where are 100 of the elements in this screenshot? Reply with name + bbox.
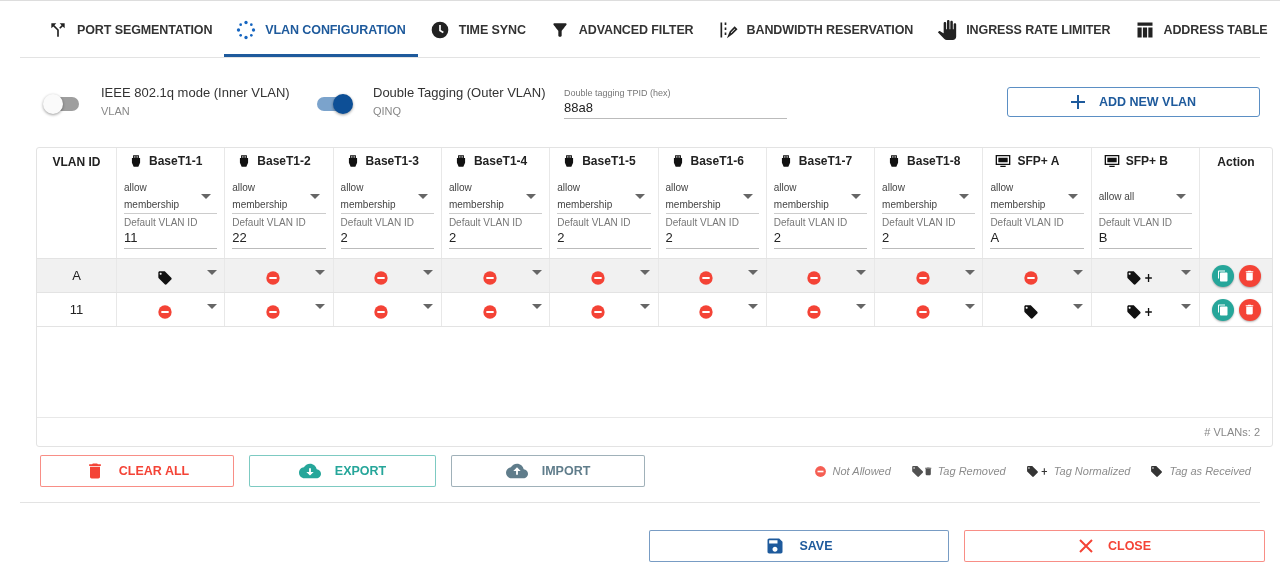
- vlan-id-cell: A: [37, 259, 117, 292]
- tag-icon: [1150, 464, 1164, 478]
- caret-icon: [201, 193, 212, 199]
- copy-icon: [1216, 269, 1229, 282]
- caret-icon: [531, 303, 542, 309]
- tag-icon: [156, 269, 173, 286]
- port-name: BaseT1-1: [149, 154, 203, 168]
- delete-button[interactable]: [1238, 264, 1261, 287]
- close-icon: [1077, 538, 1094, 554]
- membership-select[interactable]: allow membership: [557, 179, 651, 214]
- monitor-icon: [995, 153, 1012, 169]
- tpid-field[interactable]: Double tagging TPID (hex) 88a8: [564, 88, 787, 119]
- default-vlan-field[interactable]: Default VLAN ID 11: [124, 217, 218, 249]
- delete-button[interactable]: [1238, 298, 1261, 321]
- port-name: BaseT1-4: [473, 154, 528, 168]
- port-name: BaseT1-6: [690, 154, 744, 168]
- default-vlan-field[interactable]: Default VLAN ID 2: [557, 217, 651, 249]
- membership-select[interactable]: allow membership: [882, 179, 976, 214]
- monitor-icon: [1103, 153, 1120, 169]
- membership-select[interactable]: allow membership: [124, 179, 218, 214]
- legend-label: Tag Normalized: [1053, 465, 1131, 477]
- caret-icon: [639, 303, 650, 309]
- membership-select[interactable]: allow membership: [990, 179, 1084, 214]
- default-vlan-field[interactable]: Default VLAN ID 2: [665, 217, 759, 249]
- port-name: BaseT1-5: [582, 154, 636, 168]
- clear-button[interactable]: CLEAR ALL: [40, 455, 234, 487]
- vlan-id-cell: 11: [37, 293, 117, 326]
- tag-plus-icon: [1125, 269, 1153, 286]
- default-vlan-field[interactable]: Default VLAN ID 22: [232, 217, 326, 249]
- tab[interactable]: ADVANCED FILTER: [537, 6, 706, 57]
- port-name: BaseT1-8: [907, 154, 961, 168]
- default-vlan-field[interactable]: Default VLAN ID B: [1098, 217, 1192, 249]
- membership-select[interactable]: allow membership: [232, 179, 326, 214]
- membership-select[interactable]: allow membership: [340, 179, 434, 214]
- tab[interactable]: TIME SYNC: [417, 6, 538, 57]
- port-name: BaseT1-7: [798, 154, 853, 168]
- default-vlan-field[interactable]: Default VLAN ID 2: [773, 217, 868, 249]
- column-header: VLAN ID: [37, 148, 117, 258]
- tab[interactable]: BANDWIDTH RESERVATION: [705, 6, 926, 57]
- caret-icon: [856, 269, 867, 275]
- add-vlan-button[interactable]: ADD NEW VLAN: [1007, 87, 1260, 117]
- port-name: SFP+ A: [1017, 154, 1060, 168]
- toggle-switch[interactable]: [317, 97, 351, 111]
- not-allowed-icon: [481, 269, 498, 286]
- not-allowed-icon: [264, 269, 281, 286]
- default-vlan-field[interactable]: Default VLAN ID 2: [882, 217, 976, 249]
- tag-plus-icon: [1125, 303, 1153, 320]
- membership-select[interactable]: allow membership: [665, 179, 759, 214]
- table-row[interactable]: A: [37, 259, 1272, 293]
- tab[interactable]: INGRESS RATE LIMITER: [925, 6, 1123, 57]
- toggle-switch[interactable]: [45, 97, 79, 111]
- mode-label: IEEE 802.1q mode (Inner VLAN): [101, 85, 290, 100]
- copy-button[interactable]: [1211, 298, 1234, 321]
- tab[interactable]: VLAN CONFIGURATION: [224, 6, 418, 57]
- default-vlan-field[interactable]: Default VLAN ID A: [990, 217, 1084, 249]
- column-header: Action: [1216, 154, 1256, 171]
- caret-icon: [531, 269, 542, 275]
- tab[interactable]: ADDRESS TABLE: [1122, 6, 1280, 57]
- caret-icon: [1176, 193, 1186, 199]
- import-button[interactable]: IMPORT: [451, 455, 645, 487]
- legend-label: Tag Removed: [937, 465, 1006, 477]
- not-allowed-icon: [589, 269, 606, 286]
- table-row[interactable]: 11: [37, 293, 1272, 327]
- membership-select[interactable]: allow all: [1098, 179, 1192, 214]
- caret-icon: [309, 193, 320, 199]
- mode-sublabel: QINQ: [373, 105, 403, 117]
- not-allowed-icon: [813, 464, 827, 478]
- mode-sublabel: VLAN: [101, 105, 131, 117]
- membership-select[interactable]: allow membership: [448, 179, 543, 214]
- membership-select[interactable]: allow membership: [773, 179, 868, 214]
- caret-icon: [634, 193, 645, 199]
- caret-icon: [1181, 269, 1192, 275]
- not-allowed-icon: [481, 303, 498, 320]
- default-vlan-field[interactable]: Default VLAN ID 2: [448, 217, 543, 249]
- not-allowed-icon: [698, 303, 715, 320]
- port-name: BaseT1-3: [365, 154, 419, 168]
- default-vlan-field[interactable]: Default VLAN ID 2: [340, 217, 434, 249]
- vlan-count: # VLANs: 2: [1204, 426, 1260, 438]
- caret-icon: [748, 303, 759, 309]
- caret-icon: [423, 269, 434, 275]
- clock-icon: [429, 20, 450, 40]
- not-allowed-icon: [806, 303, 823, 320]
- caret-icon: [964, 303, 975, 309]
- not-allowed-icon: [373, 269, 390, 286]
- trash-icon: [1243, 303, 1256, 316]
- caret-icon: [1073, 269, 1084, 275]
- close-button[interactable]: CLOSE: [964, 530, 1265, 562]
- legend-label: Not Allowed: [832, 465, 891, 477]
- mode-label: Double Tagging (Outer VLAN): [373, 85, 546, 100]
- trash-icon: [1243, 269, 1256, 282]
- caret-icon: [314, 269, 325, 275]
- not-allowed-icon: [914, 269, 931, 286]
- caret-icon: [206, 303, 217, 309]
- not-allowed-icon: [806, 269, 823, 286]
- save-button[interactable]: SAVE: [649, 530, 949, 562]
- tab[interactable]: PORT SEGMENTATION: [36, 6, 225, 57]
- caret-icon: [639, 269, 650, 275]
- copy-button[interactable]: [1211, 264, 1234, 287]
- caret-icon: [423, 303, 434, 309]
- not-allowed-icon: [698, 269, 715, 286]
